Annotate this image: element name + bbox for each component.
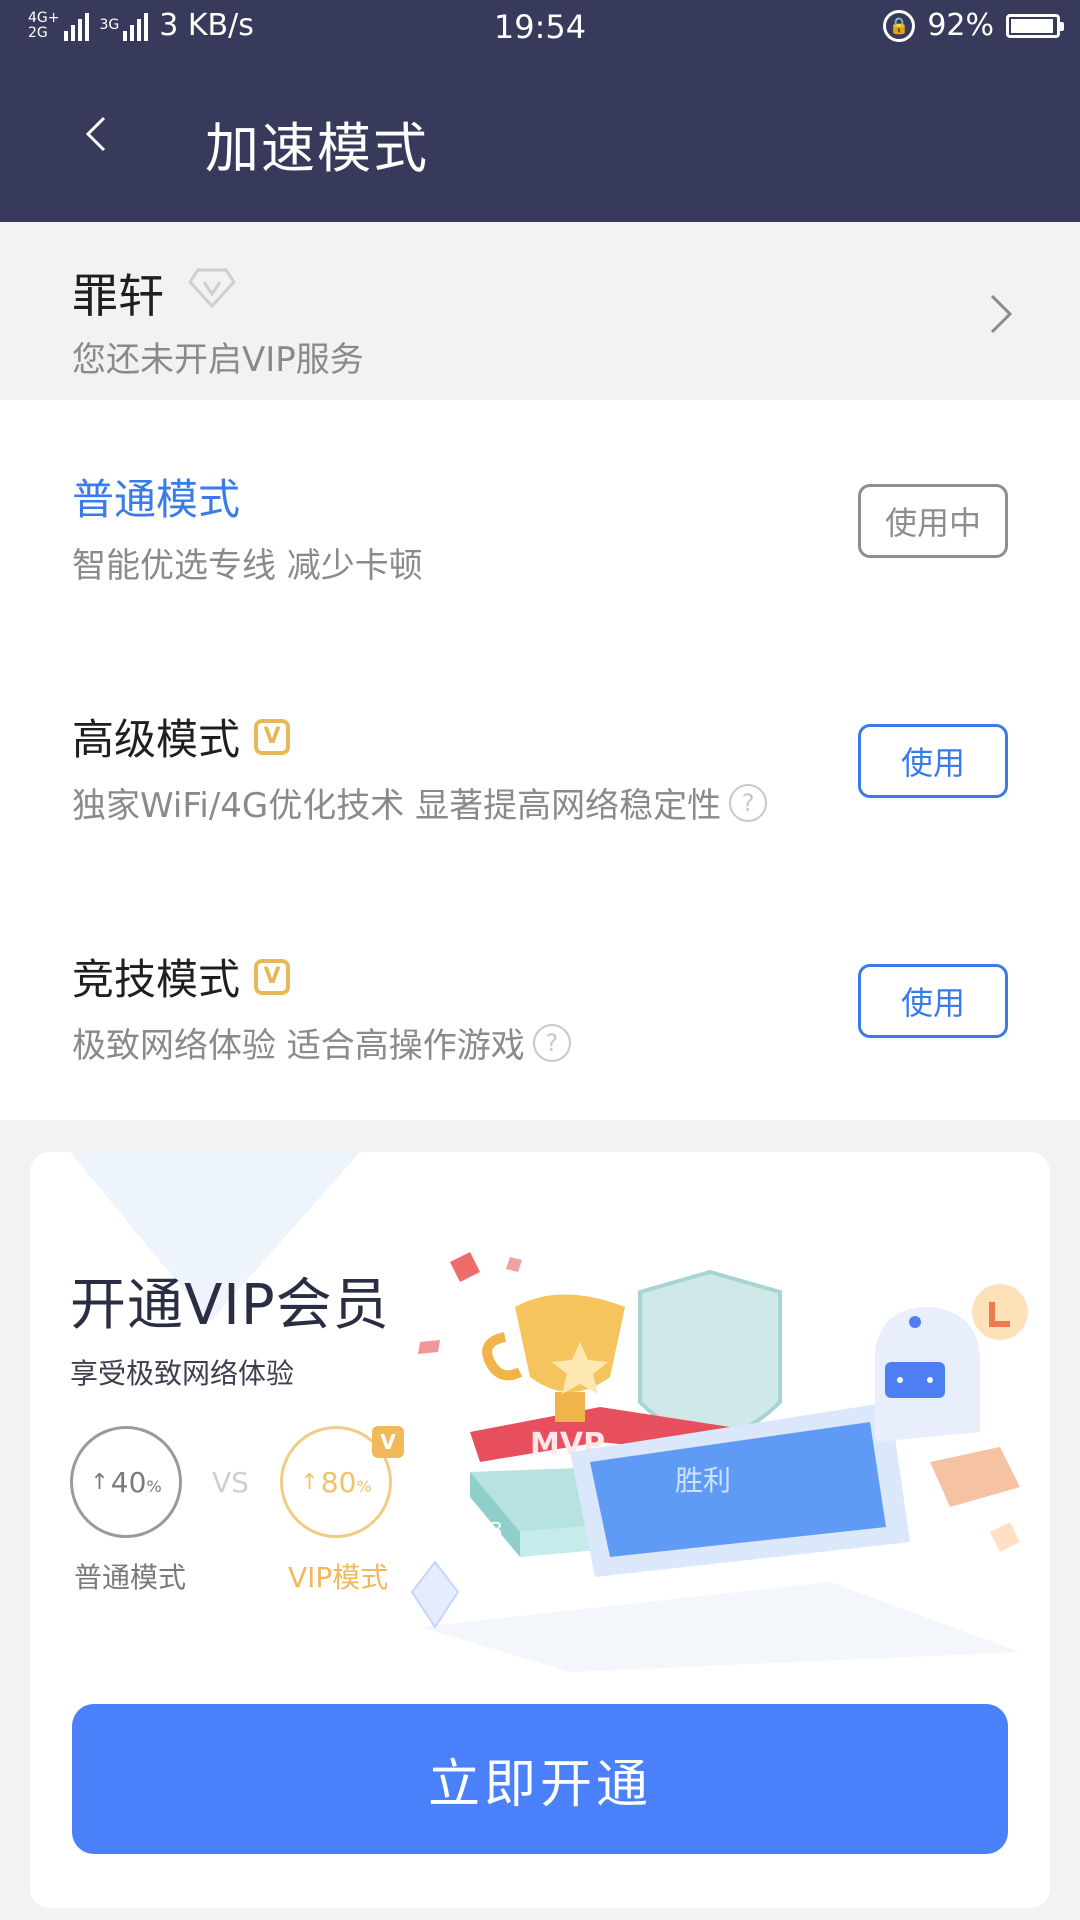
mode-name-text: 竞技模式 (72, 955, 241, 1004)
mode-list: 普通模式 智能优选专线 减少卡顿 使用中 高级模式 V 独家WiFi/4G优化技术… (0, 400, 1080, 1120)
mode-item-normal: 普通模式 智能优选专线 减少卡顿 使用中 (0, 400, 1080, 600)
up-arrow-icon: ↑ (90, 1469, 109, 1495)
vip-promo-card: 开通VIP会员 享受极致网络体验 ↑ 40% VS ↑ 80% V 普通模式 VIP… (30, 1152, 1050, 1908)
vip-status-text: 您还未开启VIP服务 (72, 340, 364, 380)
mode-name: 普通模式 (72, 466, 240, 527)
mode-name-text: 普通模式 (72, 475, 241, 524)
victory-text: 胜利 (675, 1464, 731, 1497)
status-right: 🔒 92% (883, 8, 1064, 43)
normal-speed-circle: ↑ 40% (70, 1426, 182, 1538)
vip-illustration: 3 1 MVP 胜利 (410, 1252, 1028, 1672)
mode-name: 高级模式 V (72, 706, 291, 767)
percent-unit: % (146, 1476, 162, 1496)
mode-desc-text: 独家WiFi/4G优化技术 显著提高网络稳定性 (72, 786, 722, 826)
normal-speed-value: 40 (110, 1465, 147, 1499)
mode-name-text: 高级模式 (72, 715, 241, 764)
battery-icon (1006, 13, 1064, 38)
vip-badge-icon: V (254, 958, 291, 995)
vs-label: VS (212, 1466, 249, 1499)
up-arrow-icon: ↑ (300, 1469, 319, 1495)
use-button[interactable]: 使用 (858, 724, 1008, 798)
vip-corner-badge-icon: V (372, 1426, 404, 1458)
vip-speed-value: 80 (320, 1465, 357, 1499)
mode-item-advanced: 高级模式 V 独家WiFi/4G优化技术 显著提高网络稳定性? 使用 (0, 640, 1080, 840)
mode-desc-text: 极致网络体验 适合高操作游戏 (72, 1026, 525, 1066)
back-arrow-icon[interactable] (78, 114, 118, 154)
vip-title: 开通VIP会员 (70, 1273, 390, 1338)
percent-unit: % (356, 1476, 372, 1496)
mode-desc: 独家WiFi/4G优化技术 显著提高网络稳定性? (72, 778, 768, 827)
in-use-button[interactable]: 使用中 (858, 484, 1008, 558)
help-icon[interactable]: ? (532, 1023, 571, 1062)
app-bar: 加速模式 (0, 54, 1080, 222)
status-bar: 4G+ 2G 3G 3 KB/s 19:54 🔒 92% (0, 0, 1080, 54)
normal-mode-label: 普通模式 (74, 1561, 187, 1594)
podium-third-text: 3 (490, 1518, 503, 1542)
mode-item-competitive: 竞技模式 V 极致网络体验 适合高操作游戏? 使用 (0, 880, 1080, 1080)
open-vip-button[interactable]: 立即开通 (72, 1704, 1008, 1854)
mode-desc: 智能优选专线 减少卡顿 (72, 538, 423, 587)
page-title: 加速模式 (205, 117, 429, 180)
battery-percent: 92% (927, 8, 994, 43)
help-icon[interactable]: ? (729, 783, 768, 822)
chevron-right-icon (990, 294, 1013, 334)
user-name: 罪轩 (72, 269, 164, 323)
mode-name: 竞技模式 V (72, 946, 291, 1007)
use-button[interactable]: 使用 (858, 964, 1008, 1038)
mode-desc: 极致网络体验 适合高操作游戏? (72, 1018, 571, 1067)
vip-diamond-icon (188, 268, 236, 309)
vip-badge-icon: V (254, 718, 291, 755)
mode-desc-text: 智能优选专线 减少卡顿 (72, 546, 423, 586)
rotation-lock-icon: 🔒 (883, 9, 916, 42)
user-info-row[interactable]: 罪轩 您还未开启VIP服务 (0, 222, 1080, 400)
vip-subtitle: 享受极致网络体验 (70, 1357, 295, 1390)
vip-mode-label: VIP模式 (288, 1561, 389, 1594)
